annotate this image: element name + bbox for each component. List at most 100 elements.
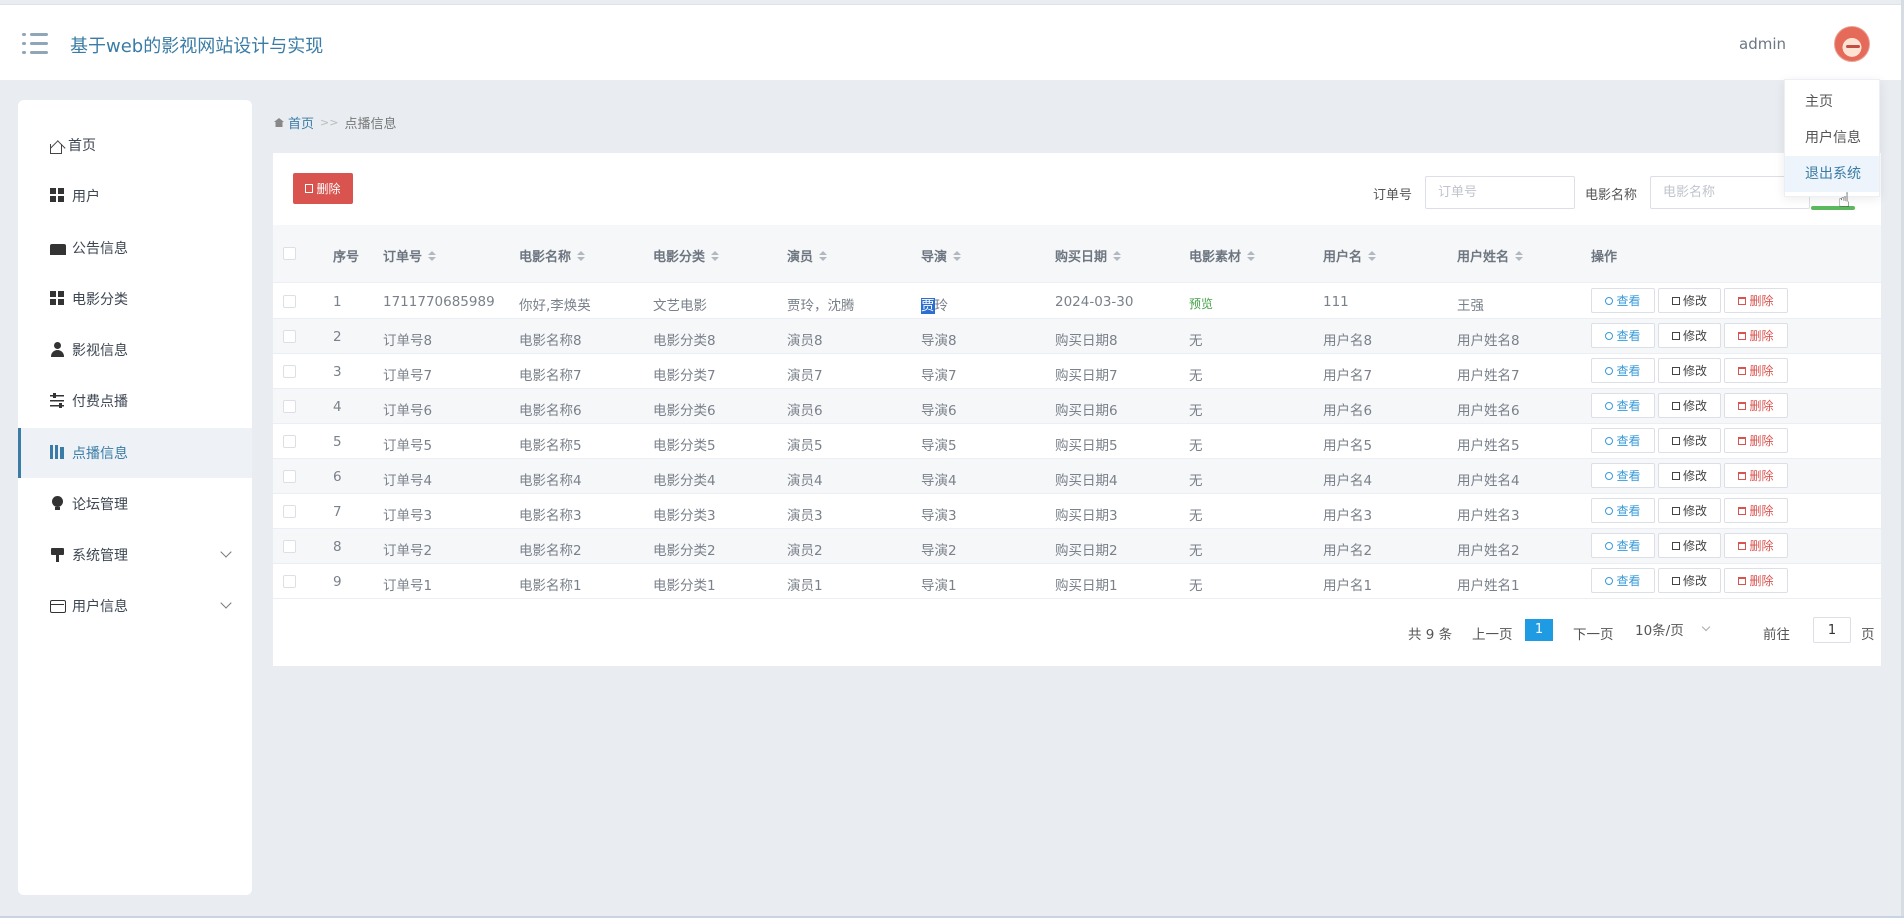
page-size-select[interactable]: 10条/页 (1635, 619, 1715, 643)
col-movie-name[interactable]: 电影名称 (519, 246, 586, 265)
sidebar-item-home[interactable]: 首页 (18, 120, 252, 170)
dropdown-item-user-info[interactable]: 用户信息 (1785, 120, 1879, 156)
col-index: 序号 (333, 250, 360, 265)
delete-button[interactable]: 删除 (1724, 568, 1788, 593)
sidebar-item-movie-info[interactable]: 影视信息 (18, 325, 252, 375)
row-checkbox[interactable] (283, 330, 296, 343)
sidebar-item-label: 用户 (72, 189, 100, 205)
edit-button[interactable]: 修改 (1658, 323, 1721, 348)
breadcrumb-home[interactable]: 首页 (288, 113, 314, 132)
pagination-current-page[interactable]: 1 (1525, 619, 1553, 641)
table-cell: 无 (1189, 368, 1203, 384)
col-actors[interactable]: 演员 (787, 246, 828, 265)
view-button[interactable]: 查看 (1591, 428, 1655, 453)
delete-button[interactable]: 删除 (1724, 463, 1788, 488)
table-cell: 用户名4 (1323, 473, 1373, 489)
row-checkbox[interactable] (283, 435, 296, 448)
edit-icon (1671, 296, 1680, 305)
row-checkbox[interactable] (283, 540, 296, 553)
table-cell: 电影名称7 (519, 368, 582, 384)
dropdown-item-home[interactable]: 主页 (1785, 84, 1879, 120)
delete-button[interactable]: 删除 (1724, 498, 1788, 523)
sidebar-item-forum[interactable]: 论坛管理 (18, 479, 252, 529)
view-button[interactable]: 查看 (1591, 533, 1655, 558)
col-movie-category[interactable]: 电影分类 (653, 246, 720, 265)
table-cell: 订单号3 (383, 508, 433, 524)
delete-button[interactable]: 删除 (1724, 358, 1788, 383)
sidebar-item-users[interactable]: 用户 (18, 171, 252, 221)
preview-link[interactable]: 预览 (1189, 295, 1213, 312)
pagination-prev[interactable]: 上一页 (1472, 623, 1513, 643)
dropdown-item-logout[interactable]: 退出系统 (1785, 156, 1879, 192)
edit-button[interactable]: 修改 (1658, 428, 1721, 453)
sort-icon (711, 250, 720, 261)
view-button[interactable]: 查看 (1591, 323, 1655, 348)
row-checkbox[interactable] (283, 400, 296, 413)
edit-button[interactable]: 修改 (1658, 358, 1721, 383)
edit-button-label: 修改 (1682, 294, 1707, 308)
view-button[interactable]: 查看 (1591, 358, 1655, 383)
eye-icon (1605, 541, 1614, 550)
view-button[interactable]: 查看 (1591, 568, 1655, 593)
view-button[interactable]: 查看 (1591, 288, 1655, 313)
view-button-label: 查看 (1616, 574, 1641, 588)
view-button[interactable]: 查看 (1591, 498, 1655, 523)
table-cell: 导演7 (921, 368, 957, 384)
sidebar-item-system[interactable]: 系统管理 (18, 530, 252, 580)
sidebar-item-notice[interactable]: 公告信息 (18, 223, 252, 273)
row-checkbox[interactable] (283, 470, 296, 483)
edit-button[interactable]: 修改 (1658, 498, 1721, 523)
table-cell: 导演1 (921, 578, 957, 594)
wallet-icon (50, 599, 66, 613)
view-button[interactable]: 查看 (1591, 463, 1655, 488)
view-button[interactable]: 查看 (1591, 393, 1655, 418)
system-icon (50, 547, 66, 563)
sidebar-item-vod-info[interactable]: 点播信息 (18, 428, 252, 478)
delete-button[interactable]: 删除 (1724, 323, 1788, 348)
edit-button[interactable]: 修改 (1658, 288, 1721, 313)
col-user-fullname[interactable]: 用户姓名 (1457, 246, 1524, 265)
goto-page-input[interactable] (1813, 617, 1851, 643)
col-purchase-date[interactable]: 购买日期 (1055, 246, 1122, 265)
table-cell: 购买日期5 (1055, 438, 1118, 454)
table-cell: 4 (333, 399, 342, 415)
edit-button-label: 修改 (1682, 469, 1707, 483)
row-checkbox[interactable] (283, 365, 296, 378)
edit-button[interactable]: 修改 (1658, 533, 1721, 558)
sort-icon (1515, 250, 1524, 261)
view-button-label: 查看 (1616, 469, 1641, 483)
table-cell: 演员3 (787, 508, 823, 524)
delete-button-label: 删除 (1749, 364, 1774, 378)
delete-button[interactable]: 删除 (1724, 393, 1788, 418)
row-checkbox[interactable] (283, 505, 296, 518)
edit-button[interactable]: 修改 (1658, 463, 1721, 488)
batch-delete-button[interactable]: 删除 (293, 173, 353, 204)
table-cell: 贾玲，沈腾 (787, 298, 855, 314)
table-cell: 用户名2 (1323, 543, 1373, 559)
avatar[interactable] (1834, 26, 1870, 62)
edit-button[interactable]: 修改 (1658, 568, 1721, 593)
col-director[interactable]: 导演 (921, 246, 962, 265)
row-checkbox[interactable] (283, 295, 296, 308)
sidebar-item-movie-category[interactable]: 电影分类 (18, 274, 252, 324)
row-checkbox[interactable] (283, 575, 296, 588)
trash-icon (1738, 576, 1747, 585)
username[interactable]: admin (1739, 35, 1786, 53)
col-username[interactable]: 用户名 (1323, 246, 1377, 265)
eye-icon (1605, 506, 1614, 515)
select-all-checkbox[interactable] (283, 247, 296, 260)
menu-toggle-icon[interactable] (22, 33, 48, 55)
col-order-no[interactable]: 订单号 (383, 246, 437, 265)
order-search-input[interactable] (1425, 176, 1575, 209)
table-cell: 无 (1189, 508, 1203, 524)
edit-button[interactable]: 修改 (1658, 393, 1721, 418)
sidebar-item-paid-vod[interactable]: 付费点播 (18, 376, 252, 426)
delete-button[interactable]: 删除 (1724, 288, 1788, 313)
delete-button[interactable]: 删除 (1724, 428, 1788, 453)
delete-button[interactable]: 删除 (1724, 533, 1788, 558)
sidebar-item-user-info[interactable]: 用户信息 (18, 581, 252, 631)
table-cell: 用户姓名3 (1457, 508, 1520, 524)
pagination-next[interactable]: 下一页 (1573, 623, 1614, 643)
col-movie-material[interactable]: 电影素材 (1189, 246, 1256, 265)
sidebar-item-label: 点播信息 (72, 446, 128, 462)
